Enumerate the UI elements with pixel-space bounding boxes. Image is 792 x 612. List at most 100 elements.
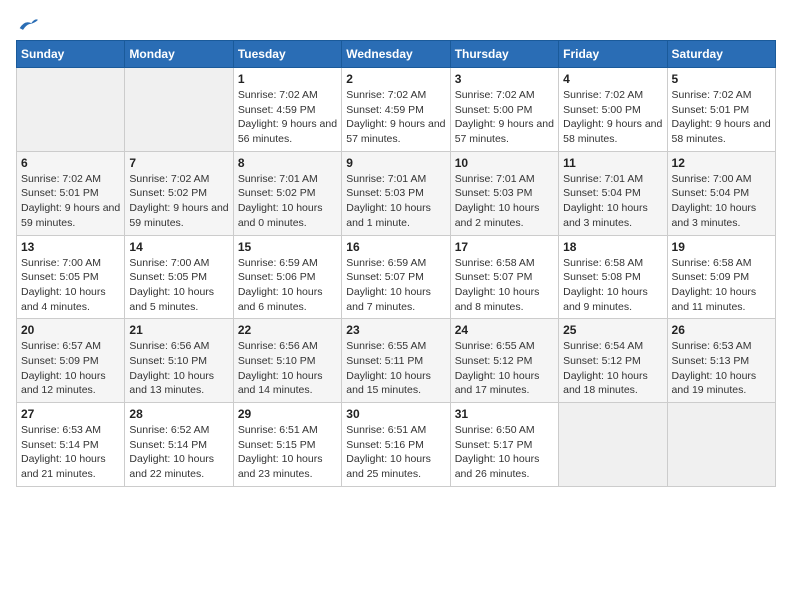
logo xyxy=(16,16,38,32)
day-info: Sunrise: 7:02 AM Sunset: 5:01 PM Dayligh… xyxy=(21,172,120,231)
day-info: Sunrise: 6:59 AM Sunset: 5:07 PM Dayligh… xyxy=(346,256,445,315)
calendar-header-row: SundayMondayTuesdayWednesdayThursdayFrid… xyxy=(17,41,776,68)
day-info: Sunrise: 7:01 AM Sunset: 5:02 PM Dayligh… xyxy=(238,172,337,231)
day-number: 5 xyxy=(672,72,771,86)
calendar-week-row: 13 Sunrise: 7:00 AM Sunset: 5:05 PM Dayli… xyxy=(17,235,776,319)
day-number: 7 xyxy=(129,156,228,170)
day-info: Sunrise: 6:58 AM Sunset: 5:09 PM Dayligh… xyxy=(672,256,771,315)
day-info: Sunrise: 6:52 AM Sunset: 5:14 PM Dayligh… xyxy=(129,423,228,482)
day-number: 4 xyxy=(563,72,662,86)
calendar-cell: 10 Sunrise: 7:01 AM Sunset: 5:03 PM Dayli… xyxy=(450,151,558,235)
day-info: Sunrise: 6:55 AM Sunset: 5:11 PM Dayligh… xyxy=(346,339,445,398)
calendar-cell: 29 Sunrise: 6:51 AM Sunset: 5:15 PM Dayli… xyxy=(233,403,341,487)
day-info: Sunrise: 7:01 AM Sunset: 5:03 PM Dayligh… xyxy=(455,172,554,231)
day-info: Sunrise: 6:59 AM Sunset: 5:06 PM Dayligh… xyxy=(238,256,337,315)
calendar-cell: 23 Sunrise: 6:55 AM Sunset: 5:11 PM Dayli… xyxy=(342,319,450,403)
day-number: 29 xyxy=(238,407,337,421)
day-number: 20 xyxy=(21,323,120,337)
calendar-cell: 31 Sunrise: 6:50 AM Sunset: 5:17 PM Dayli… xyxy=(450,403,558,487)
day-number: 1 xyxy=(238,72,337,86)
day-info: Sunrise: 7:00 AM Sunset: 5:05 PM Dayligh… xyxy=(129,256,228,315)
calendar-table: SundayMondayTuesdayWednesdayThursdayFrid… xyxy=(16,40,776,487)
day-info: Sunrise: 6:56 AM Sunset: 5:10 PM Dayligh… xyxy=(238,339,337,398)
day-number: 17 xyxy=(455,240,554,254)
day-info: Sunrise: 6:51 AM Sunset: 5:16 PM Dayligh… xyxy=(346,423,445,482)
day-info: Sunrise: 6:56 AM Sunset: 5:10 PM Dayligh… xyxy=(129,339,228,398)
day-number: 25 xyxy=(563,323,662,337)
day-number: 28 xyxy=(129,407,228,421)
calendar-cell: 16 Sunrise: 6:59 AM Sunset: 5:07 PM Dayli… xyxy=(342,235,450,319)
calendar-cell: 4 Sunrise: 7:02 AM Sunset: 5:00 PM Daylig… xyxy=(559,68,667,152)
calendar-cell: 17 Sunrise: 6:58 AM Sunset: 5:07 PM Dayli… xyxy=(450,235,558,319)
day-info: Sunrise: 7:02 AM Sunset: 4:59 PM Dayligh… xyxy=(346,88,445,147)
calendar-cell: 18 Sunrise: 6:58 AM Sunset: 5:08 PM Dayli… xyxy=(559,235,667,319)
calendar-cell: 13 Sunrise: 7:00 AM Sunset: 5:05 PM Dayli… xyxy=(17,235,125,319)
day-number: 9 xyxy=(346,156,445,170)
calendar-cell: 25 Sunrise: 6:54 AM Sunset: 5:12 PM Dayli… xyxy=(559,319,667,403)
day-info: Sunrise: 6:53 AM Sunset: 5:14 PM Dayligh… xyxy=(21,423,120,482)
day-info: Sunrise: 7:02 AM Sunset: 5:01 PM Dayligh… xyxy=(672,88,771,147)
day-number: 18 xyxy=(563,240,662,254)
day-number: 24 xyxy=(455,323,554,337)
day-info: Sunrise: 7:02 AM Sunset: 5:02 PM Dayligh… xyxy=(129,172,228,231)
day-info: Sunrise: 7:00 AM Sunset: 5:05 PM Dayligh… xyxy=(21,256,120,315)
calendar-week-row: 27 Sunrise: 6:53 AM Sunset: 5:14 PM Dayli… xyxy=(17,403,776,487)
day-number: 23 xyxy=(346,323,445,337)
calendar-cell: 15 Sunrise: 6:59 AM Sunset: 5:06 PM Dayli… xyxy=(233,235,341,319)
calendar-cell xyxy=(17,68,125,152)
calendar-cell: 14 Sunrise: 7:00 AM Sunset: 5:05 PM Dayli… xyxy=(125,235,233,319)
day-info: Sunrise: 7:02 AM Sunset: 5:00 PM Dayligh… xyxy=(455,88,554,147)
day-number: 14 xyxy=(129,240,228,254)
day-info: Sunrise: 6:57 AM Sunset: 5:09 PM Dayligh… xyxy=(21,339,120,398)
day-number: 30 xyxy=(346,407,445,421)
calendar-week-row: 1 Sunrise: 7:02 AM Sunset: 4:59 PM Daylig… xyxy=(17,68,776,152)
weekday-header-friday: Friday xyxy=(559,41,667,68)
calendar-cell: 21Sunrise: 6:56 AM Sunset: 5:10 PM Dayli… xyxy=(125,319,233,403)
weekday-header-saturday: Saturday xyxy=(667,41,775,68)
day-number: 22 xyxy=(238,323,337,337)
day-number: 8 xyxy=(238,156,337,170)
day-info: Sunrise: 6:58 AM Sunset: 5:07 PM Dayligh… xyxy=(455,256,554,315)
calendar-cell: 11 Sunrise: 7:01 AM Sunset: 5:04 PM Dayli… xyxy=(559,151,667,235)
weekday-header-tuesday: Tuesday xyxy=(233,41,341,68)
calendar-cell xyxy=(559,403,667,487)
day-info: Sunrise: 6:55 AM Sunset: 5:12 PM Dayligh… xyxy=(455,339,554,398)
calendar-cell: 7 Sunrise: 7:02 AM Sunset: 5:02 PM Daylig… xyxy=(125,151,233,235)
calendar-week-row: 6Sunrise: 7:02 AM Sunset: 5:01 PM Daylig… xyxy=(17,151,776,235)
day-info: Sunrise: 6:58 AM Sunset: 5:08 PM Dayligh… xyxy=(563,256,662,315)
day-info: Sunrise: 7:01 AM Sunset: 5:03 PM Dayligh… xyxy=(346,172,445,231)
day-number: 15 xyxy=(238,240,337,254)
day-number: 10 xyxy=(455,156,554,170)
day-info: Sunrise: 7:02 AM Sunset: 4:59 PM Dayligh… xyxy=(238,88,337,147)
day-info: Sunrise: 6:54 AM Sunset: 5:12 PM Dayligh… xyxy=(563,339,662,398)
day-info: Sunrise: 7:01 AM Sunset: 5:04 PM Dayligh… xyxy=(563,172,662,231)
day-number: 11 xyxy=(563,156,662,170)
calendar-cell: 6Sunrise: 7:02 AM Sunset: 5:01 PM Daylig… xyxy=(17,151,125,235)
logo-bird-icon xyxy=(18,16,38,32)
calendar-cell: 19 Sunrise: 6:58 AM Sunset: 5:09 PM Dayli… xyxy=(667,235,775,319)
day-number: 16 xyxy=(346,240,445,254)
calendar-cell: 30 Sunrise: 6:51 AM Sunset: 5:16 PM Dayli… xyxy=(342,403,450,487)
weekday-header-sunday: Sunday xyxy=(17,41,125,68)
calendar-cell: 9 Sunrise: 7:01 AM Sunset: 5:03 PM Daylig… xyxy=(342,151,450,235)
calendar-cell: 26Sunrise: 6:53 AM Sunset: 5:13 PM Dayli… xyxy=(667,319,775,403)
page-header xyxy=(16,16,776,32)
day-number: 27 xyxy=(21,407,120,421)
calendar-week-row: 20 Sunrise: 6:57 AM Sunset: 5:09 PM Dayli… xyxy=(17,319,776,403)
calendar-cell: 3Sunrise: 7:02 AM Sunset: 5:00 PM Daylig… xyxy=(450,68,558,152)
day-number: 31 xyxy=(455,407,554,421)
calendar-cell: 2 Sunrise: 7:02 AM Sunset: 4:59 PM Daylig… xyxy=(342,68,450,152)
calendar-cell: 28 Sunrise: 6:52 AM Sunset: 5:14 PM Dayli… xyxy=(125,403,233,487)
weekday-header-wednesday: Wednesday xyxy=(342,41,450,68)
day-number: 13 xyxy=(21,240,120,254)
calendar-cell xyxy=(667,403,775,487)
calendar-cell: 12Sunrise: 7:00 AM Sunset: 5:04 PM Dayli… xyxy=(667,151,775,235)
calendar-cell: 22 Sunrise: 6:56 AM Sunset: 5:10 PM Dayli… xyxy=(233,319,341,403)
calendar-cell xyxy=(125,68,233,152)
day-number: 26 xyxy=(672,323,771,337)
day-number: 19 xyxy=(672,240,771,254)
day-info: Sunrise: 6:50 AM Sunset: 5:17 PM Dayligh… xyxy=(455,423,554,482)
day-info: Sunrise: 7:02 AM Sunset: 5:00 PM Dayligh… xyxy=(563,88,662,147)
day-info: Sunrise: 6:51 AM Sunset: 5:15 PM Dayligh… xyxy=(238,423,337,482)
day-number: 2 xyxy=(346,72,445,86)
